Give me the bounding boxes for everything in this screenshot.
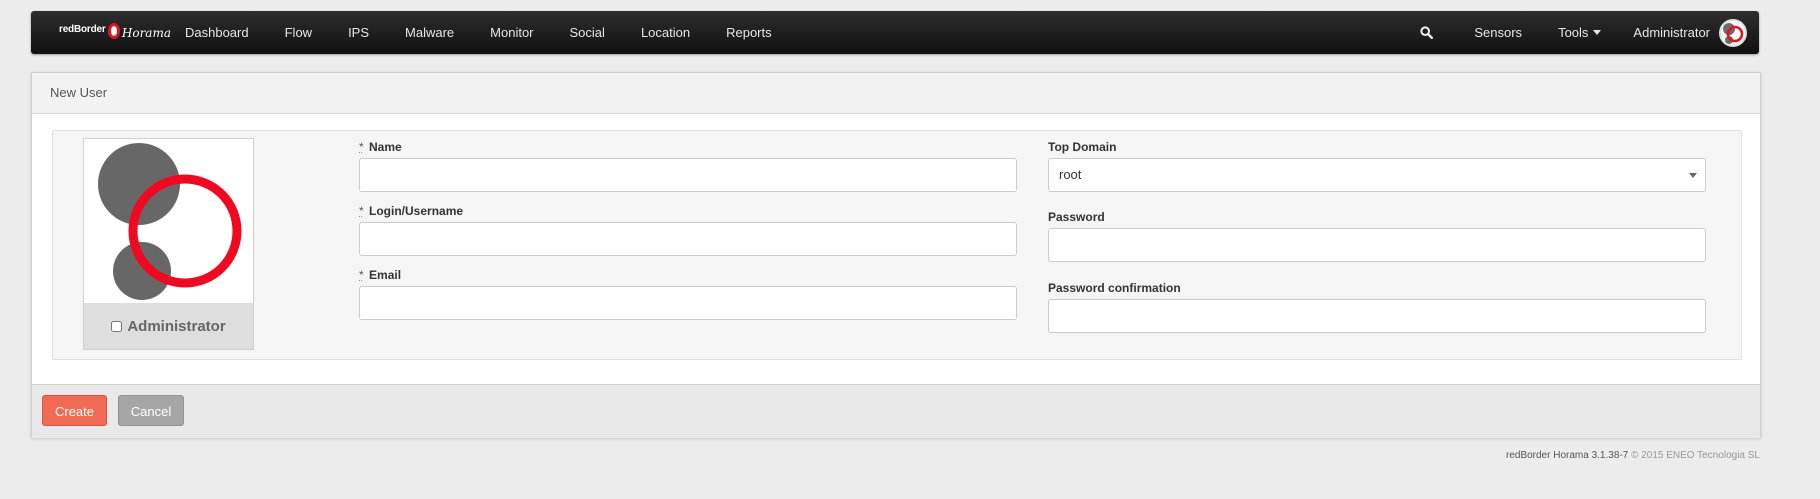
password-confirmation-field-group: Password confirmation — [1048, 281, 1706, 333]
name-field-group: * Name — [359, 140, 1017, 192]
avatar-card: Administrator — [83, 138, 254, 350]
nav-item-flow[interactable]: Flow — [267, 11, 330, 54]
top-navbar: redBorder Horama Dashboard Flow IPS Malw… — [31, 11, 1759, 54]
nav-item-social[interactable]: Social — [552, 11, 623, 54]
login-input[interactable] — [359, 222, 1017, 256]
name-input[interactable] — [359, 158, 1017, 192]
top-domain-select[interactable]: root — [1048, 158, 1706, 192]
email-label-text: Email — [369, 268, 402, 282]
new-user-panel: New User Administrator * Name * Login/Us… — [31, 72, 1761, 438]
required-mark: * — [359, 204, 364, 218]
email-field-group: * Email — [359, 268, 1017, 320]
user-menu[interactable]: Administrator — [1619, 11, 1759, 54]
panel-title: New User — [32, 73, 1760, 114]
main-menu: Dashboard Flow IPS Malware Monitor Socia… — [171, 11, 790, 54]
nav-item-monitor[interactable]: Monitor — [472, 11, 551, 54]
chevron-down-icon — [1689, 173, 1697, 178]
email-input[interactable] — [359, 286, 1017, 320]
name-label: * Name — [359, 140, 1017, 154]
password-confirmation-label: Password confirmation — [1048, 281, 1181, 295]
required-mark: * — [359, 268, 364, 282]
password-input[interactable] — [1048, 228, 1706, 262]
nav-item-location[interactable]: Location — [623, 11, 708, 54]
nav-item-reports[interactable]: Reports — [708, 11, 790, 54]
chevron-down-icon — [1593, 30, 1602, 36]
user-avatar-image — [84, 139, 253, 303]
login-field-group: * Login/Username — [359, 204, 1017, 256]
brand-name-part1: redBorder — [59, 24, 106, 35]
user-form: Administrator * Name * Login/Username * … — [52, 130, 1742, 360]
top-domain-value: root — [1059, 167, 1082, 182]
brand-logo[interactable]: redBorder Horama — [59, 11, 171, 54]
top-domain-label: Top Domain — [1048, 140, 1117, 154]
copyright-text: © 2015 ENEO Tecnologia SL — [1631, 450, 1760, 461]
nav-item-sensors[interactable]: Sensors — [1456, 11, 1540, 54]
login-label-text: Login/Username — [369, 204, 464, 218]
required-mark: * — [359, 140, 364, 154]
nav-item-tools[interactable]: Tools — [1540, 11, 1619, 54]
nav-item-malware[interactable]: Malware — [387, 11, 472, 54]
avatar — [1719, 18, 1747, 47]
administrator-label: Administrator — [127, 317, 226, 335]
nav-item-ips[interactable]: IPS — [330, 11, 387, 54]
password-label: Password — [1048, 210, 1105, 224]
brand-ring-icon — [107, 22, 120, 39]
administrator-option[interactable]: Administrator — [84, 303, 253, 349]
name-label-text: Name — [369, 140, 402, 154]
search-icon[interactable] — [1406, 11, 1446, 54]
password-field-group: Password — [1048, 210, 1706, 262]
email-label: * Email — [359, 268, 1017, 282]
cancel-button[interactable]: Cancel — [118, 395, 184, 426]
panel-footer: Create Cancel — [32, 384, 1760, 438]
create-button[interactable]: Create — [42, 395, 107, 426]
user-name: Administrator — [1633, 25, 1710, 40]
copyright-notice: redBorder Horama 3.1.38-7 © 2015 ENEO Te… — [1506, 450, 1760, 461]
brand-name-part2: Horama — [121, 25, 171, 40]
top-domain-field-group: Top Domain root — [1048, 140, 1706, 192]
administrator-checkbox[interactable] — [111, 320, 123, 332]
tools-label: Tools — [1558, 25, 1589, 40]
nav-item-dashboard[interactable]: Dashboard — [171, 11, 267, 54]
version-text: redBorder Horama 3.1.38-7 — [1505, 450, 1629, 461]
login-label: * Login/Username — [359, 204, 1017, 218]
nav-right-group: Sensors Tools Administrator — [1406, 11, 1759, 54]
password-confirmation-input[interactable] — [1048, 299, 1706, 333]
